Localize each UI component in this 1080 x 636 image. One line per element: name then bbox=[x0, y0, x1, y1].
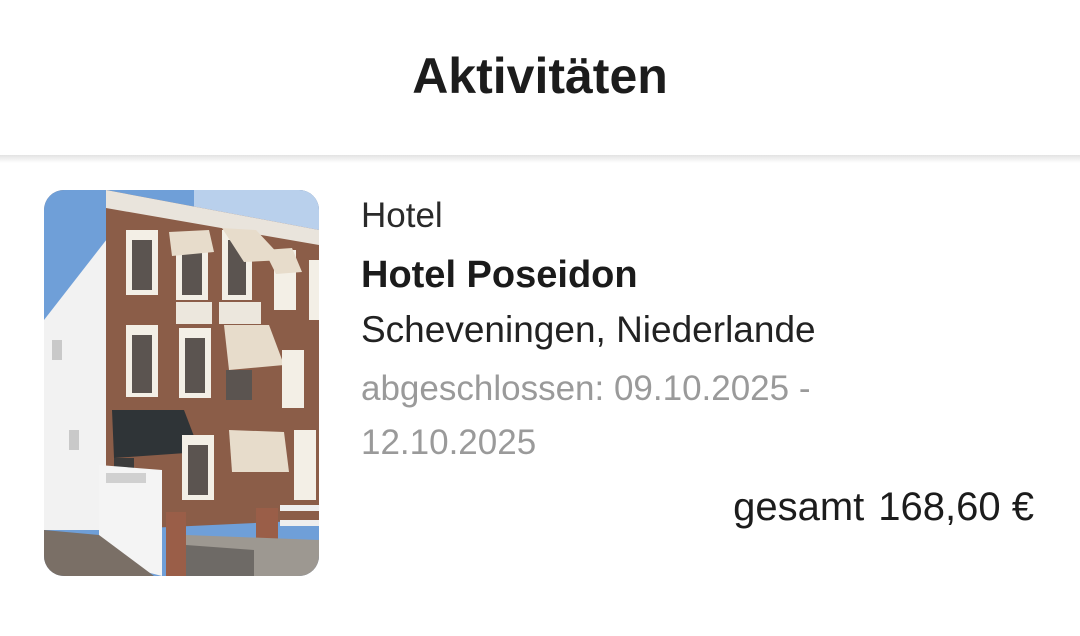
page-title: Aktivitäten bbox=[412, 47, 668, 104]
activity-card[interactable]: Hotel Hotel Poseidon Scheveningen, Niede… bbox=[0, 163, 1080, 636]
status-dates: abgeschlossen: 09.10.2025 - 12.10.2025 bbox=[361, 369, 811, 462]
activity-category: Hotel bbox=[361, 196, 443, 235]
total-price: gesamt 168,60 € bbox=[733, 485, 1034, 530]
hotel-photo bbox=[44, 190, 319, 576]
activity-info: Hotel Hotel Poseidon Scheveningen, Niede… bbox=[361, 193, 1051, 470]
total-label: gesamt bbox=[733, 485, 865, 529]
header-divider bbox=[0, 155, 1080, 163]
total-amount: 168,60 € bbox=[878, 485, 1034, 529]
hotel-location: Scheveningen, Niederlande bbox=[361, 309, 816, 350]
hotel-name: Hotel Poseidon bbox=[361, 254, 638, 296]
app-header: Aktivitäten bbox=[0, 0, 1080, 155]
